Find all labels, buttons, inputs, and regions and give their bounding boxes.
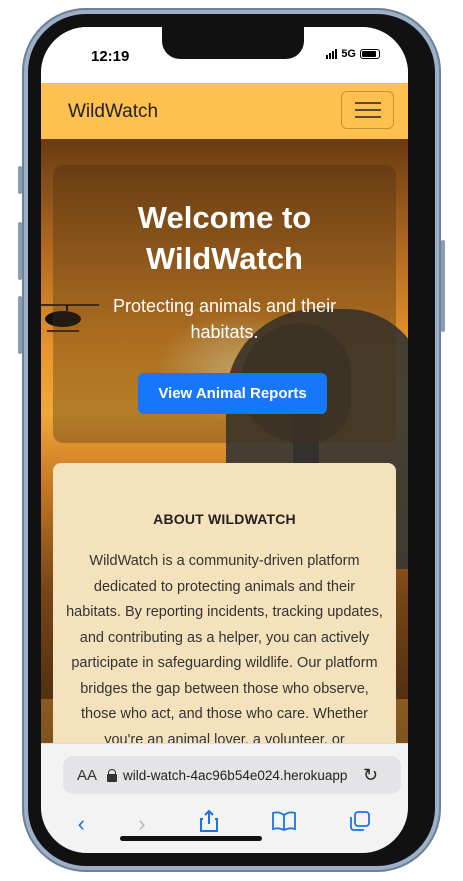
menu-toggle-button[interactable] xyxy=(341,91,394,129)
screen: 12:19 5G WildWatch Welcome to WildWatch … xyxy=(41,27,408,853)
url-text[interactable]: wild-watch-4ac96b54e024.herokuapp xyxy=(123,768,355,783)
volume-down-button xyxy=(18,296,22,354)
about-title: ABOUT WILDWATCH xyxy=(153,511,296,527)
view-reports-button[interactable]: View Animal Reports xyxy=(138,373,327,414)
text-size-button[interactable]: AA xyxy=(77,767,97,784)
navbar-brand[interactable]: WildWatch xyxy=(68,101,158,123)
hamburger-icon-line xyxy=(354,102,381,104)
power-button xyxy=(441,240,445,332)
mute-switch xyxy=(18,166,22,194)
status-icons: 5G xyxy=(326,48,380,60)
network-label: 5G xyxy=(341,48,356,60)
lock-icon xyxy=(107,768,118,782)
battery-icon xyxy=(360,49,380,59)
hamburger-icon-line xyxy=(354,116,381,118)
share-icon[interactable] xyxy=(199,809,219,839)
tabs-icon[interactable] xyxy=(349,810,371,838)
hamburger-icon-line xyxy=(354,109,381,111)
bookmarks-icon[interactable] xyxy=(272,811,296,837)
status-bar: 12:19 5G xyxy=(41,27,408,83)
navbar: WildWatch xyxy=(41,83,408,139)
hero-subtitle: Protecting animals and their habitats. xyxy=(112,296,337,342)
forward-icon[interactable]: › xyxy=(138,811,145,837)
home-indicator xyxy=(120,836,262,841)
reload-icon[interactable]: ↻ xyxy=(363,765,378,786)
status-time: 12:19 xyxy=(91,48,130,65)
phone-bezel: 12:19 5G WildWatch Welcome to WildWatch … xyxy=(28,14,435,866)
signal-icon xyxy=(326,49,338,59)
address-bar[interactable]: AA wild-watch-4ac96b54e024.herokuapp ↻ xyxy=(63,756,401,794)
phone-frame: 12:19 5G WildWatch Welcome to WildWatch … xyxy=(22,8,441,872)
back-icon[interactable]: ‹ xyxy=(78,811,85,837)
about-text: WildWatch is a community-driven platform… xyxy=(66,553,383,748)
volume-up-button xyxy=(18,222,22,280)
hero-card: Welcome to WildWatch Protecting animals … xyxy=(53,165,396,443)
hero-title: Welcome to WildWatch xyxy=(137,200,312,276)
notch xyxy=(162,27,304,59)
